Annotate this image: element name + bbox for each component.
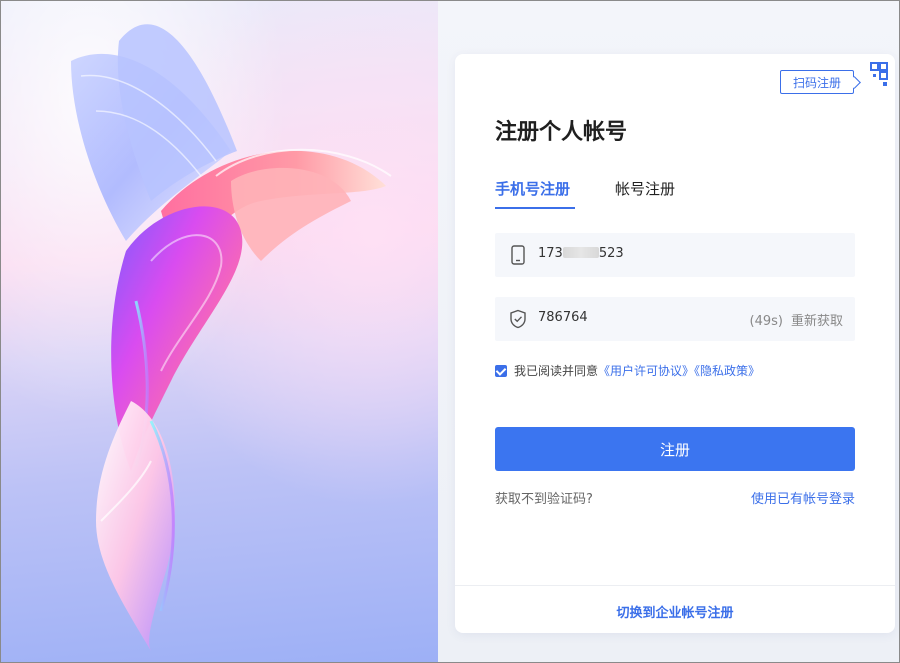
tab-label: 手机号注册 — [495, 180, 571, 198]
ribbon-bird-graphic — [71, 24, 392, 651]
agreement-text: 我已阅读并同意 — [514, 364, 599, 378]
register-button[interactable]: 注册 — [495, 427, 855, 471]
user-agreement-link[interactable]: 《用户许可协议》 — [598, 364, 694, 378]
countdown-timer: (49s) — [749, 314, 783, 329]
tab-account-register[interactable]: 帐号注册 — [615, 178, 675, 208]
agreement-row: 我已阅读并同意《用户许可协议》《隐私政策》 — [495, 362, 760, 379]
shield-icon — [510, 309, 526, 329]
page-title: 注册个人帐号 — [495, 120, 628, 145]
qr-code-icon[interactable] — [857, 60, 889, 92]
phone-suffix: 523 — [598, 246, 624, 261]
scan-register-tooltip[interactable]: 扫码注册 — [780, 70, 854, 94]
code-value: 786764 — [538, 310, 588, 325]
no-code-help-link[interactable]: 获取不到验证码? — [495, 488, 593, 507]
enterprise-register-link[interactable]: 切换到企业帐号注册 — [455, 602, 895, 621]
verification-code-field[interactable]: 786764 (49s) 重新获取 — [495, 297, 855, 341]
agreement-checkbox[interactable] — [495, 365, 507, 377]
masked-digits — [562, 247, 599, 258]
tab-phone-register[interactable]: 手机号注册 — [495, 178, 570, 208]
phone-icon — [511, 245, 525, 265]
tab-label: 帐号注册 — [615, 180, 676, 198]
hero-illustration — [1, 1, 438, 662]
phone-field[interactable]: 173 523 — [495, 233, 855, 277]
existing-account-login-link[interactable]: 使用已有帐号登录 — [751, 488, 855, 507]
footer-divider — [455, 585, 895, 586]
phone-prefix: 173 — [538, 246, 563, 261]
resend-code[interactable]: (49s) 重新获取 — [750, 310, 843, 329]
active-tab-indicator — [495, 207, 575, 209]
resend-label: 重新获取 — [790, 314, 843, 329]
privacy-policy-link[interactable]: 《隐私政策》 — [694, 364, 760, 378]
phone-value: 173 523 — [538, 246, 624, 261]
register-card: 扫码注册 注册个人帐号 手机号注册 帐号注册 173 523 786764 (4… — [455, 54, 895, 633]
window-frame: 扫码注册 注册个人帐号 手机号注册 帐号注册 173 523 786764 (4… — [0, 0, 900, 663]
